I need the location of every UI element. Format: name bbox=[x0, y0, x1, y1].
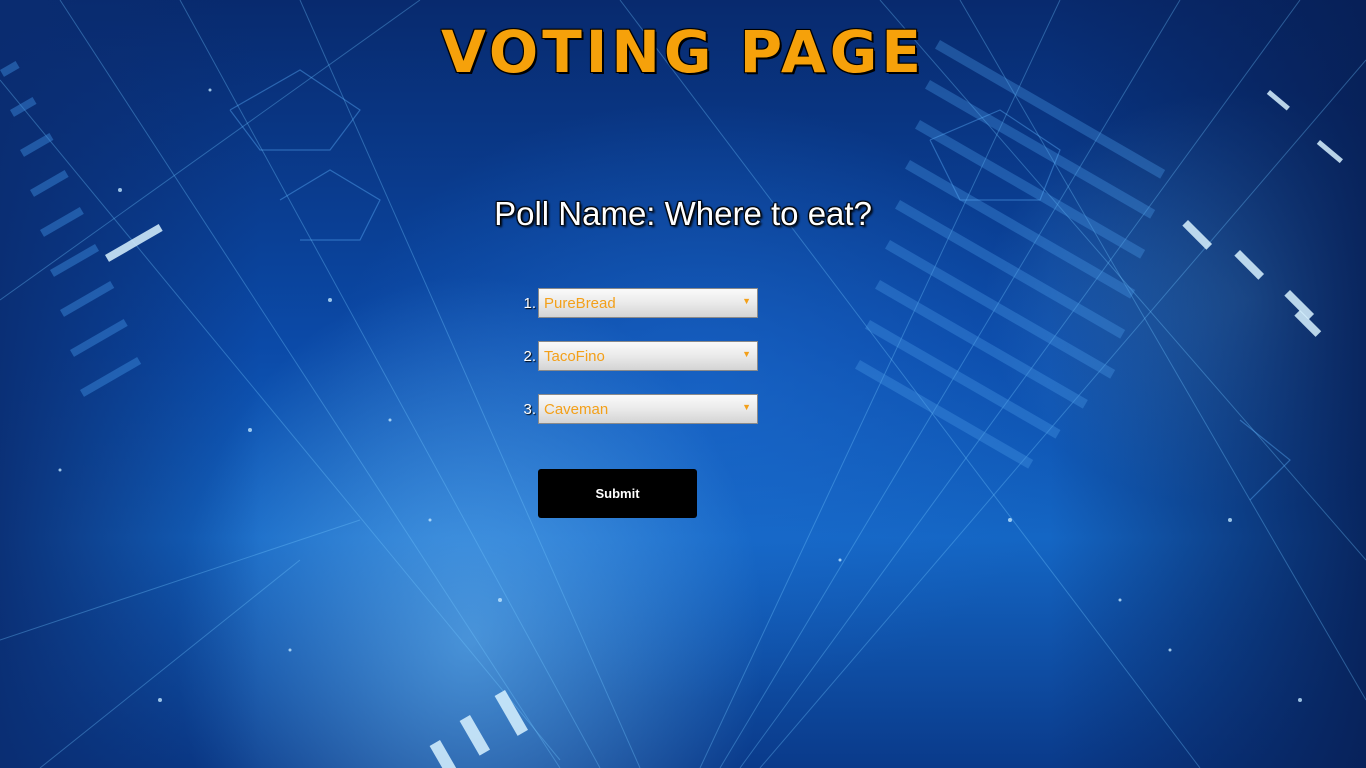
chevron-down-icon: ▼ bbox=[742, 296, 751, 306]
choice-row-1: 1. PureBread ▼ bbox=[510, 288, 758, 318]
choice-select-1[interactable]: PureBread ▼ bbox=[538, 288, 758, 318]
chevron-down-icon: ▼ bbox=[742, 349, 751, 359]
choice-select-3[interactable]: Caveman ▼ bbox=[538, 394, 758, 424]
choice-row-2: 2. TacoFino ▼ bbox=[510, 341, 758, 371]
choice-select-2[interactable]: TacoFino ▼ bbox=[538, 341, 758, 371]
submit-button[interactable]: Submit bbox=[538, 469, 697, 518]
select-value: PureBread bbox=[544, 295, 616, 312]
chevron-down-icon: ▼ bbox=[742, 402, 751, 412]
page-title: VOTING PAGE bbox=[441, 18, 925, 86]
background-image bbox=[0, 0, 1366, 768]
choice-number: 1. bbox=[523, 294, 536, 312]
choice-number: 3. bbox=[523, 400, 536, 418]
select-value: TacoFino bbox=[544, 348, 605, 365]
choice-row-3: 3. Caveman ▼ bbox=[510, 394, 758, 424]
choice-number: 2. bbox=[523, 347, 536, 365]
poll-name-heading: Poll Name: Where to eat? bbox=[494, 195, 872, 232]
select-value: Caveman bbox=[544, 401, 609, 418]
